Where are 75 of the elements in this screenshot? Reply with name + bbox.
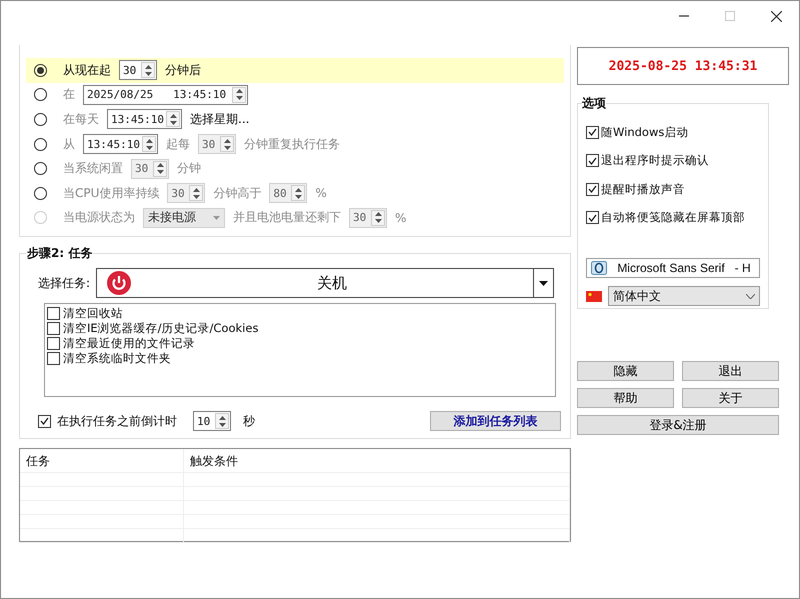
spin-arrows-icon[interactable] <box>166 111 180 128</box>
cleanup-item: 清空IE浏览器缓存/历史记录/Cookies <box>63 321 258 336</box>
radio-button[interactable] <box>34 64 47 77</box>
power-icon <box>107 271 132 295</box>
option-label: 起每 <box>166 136 190 153</box>
checkbox[interactable] <box>47 352 60 365</box>
caret-down-icon <box>539 280 548 286</box>
spin-field[interactable]: 13:45:10 <box>107 109 182 130</box>
action-button[interactable]: 帮助 <box>577 388 674 408</box>
option-label: 从现在起 <box>63 62 111 79</box>
option-label: 分钟 <box>177 160 201 178</box>
option-label: 在每天 <box>63 110 99 128</box>
column-header[interactable]: 触发条件 <box>184 449 570 473</box>
option-label: 从 <box>63 136 75 153</box>
option-label: 退出程序时提示确认 <box>601 153 709 168</box>
checkbox[interactable] <box>586 126 599 139</box>
option-label: % <box>395 210 406 225</box>
clock-display: 2025-08-25 13:45:31 <box>577 47 789 85</box>
spin-field[interactable]: 30 <box>119 60 157 80</box>
countdown-field[interactable]: 10 <box>193 411 231 431</box>
checkbox[interactable] <box>586 182 599 196</box>
chevron-down-icon <box>746 294 755 298</box>
action-button[interactable]: 登录&注册 <box>577 415 779 435</box>
action-button[interactable]: 关于 <box>682 388 779 408</box>
countdown-label: 在执行任务之前倒计时 <box>57 412 177 430</box>
radio-button[interactable] <box>34 88 47 102</box>
spin-arrows-icon[interactable] <box>142 136 156 152</box>
radio-button[interactable] <box>34 162 47 176</box>
checkbox[interactable] <box>47 337 60 350</box>
chevron-down-icon <box>213 216 220 220</box>
option-label: 随Windows启动 <box>601 124 688 140</box>
option-label: 当CPU使用率持续 <box>63 184 160 202</box>
china-flag-icon <box>586 290 602 302</box>
action-button[interactable]: 退出 <box>682 361 779 381</box>
maximize-icon <box>725 11 735 21</box>
group-title: 选项 <box>582 95 606 112</box>
spin-arrows-icon[interactable] <box>141 62 155 78</box>
close-icon <box>770 10 782 22</box>
cleanup-item: 清空回收站 <box>63 306 123 321</box>
checkbox[interactable] <box>47 307 60 320</box>
font-dropdown[interactable]: Microsoft Sans Serif - H <box>586 258 760 278</box>
option-label: 在 <box>63 86 75 104</box>
option-label: % <box>315 186 327 200</box>
spin-field[interactable]: 2025/08/25 13:45:10 <box>83 84 248 105</box>
option-label: 自动将便笺隐藏在屏幕顶部 <box>601 210 745 226</box>
option-label: 并且电池电量还剩下 <box>233 209 341 226</box>
option-label: 分钟后 <box>165 62 201 79</box>
group-title: 步骤2: 任务 <box>26 245 94 262</box>
choose-weekday-link[interactable]: 选择星期... <box>190 110 250 128</box>
spin-field[interactable]: 13:45:10 <box>83 134 158 154</box>
option-label: 提醒时播放声音 <box>601 182 685 197</box>
spin-arrows-icon[interactable] <box>232 86 246 103</box>
option-label: 当电源状态为 <box>63 209 135 226</box>
column-header[interactable]: 任务 <box>20 449 184 473</box>
checkbox[interactable] <box>586 211 599 224</box>
option-label: 分钟重复执行任务 <box>244 136 340 153</box>
option-label: 分钟高于 <box>213 184 262 202</box>
checkbox[interactable] <box>38 414 51 428</box>
checkbox[interactable] <box>586 154 599 168</box>
option-label: 当系统闲置 <box>63 160 123 178</box>
task-dropdown[interactable]: 关机 <box>96 268 554 298</box>
checkbox[interactable] <box>47 322 60 335</box>
minimize-icon <box>679 15 689 17</box>
spin-arrows-icon[interactable] <box>215 413 229 429</box>
radio-button[interactable] <box>34 186 47 200</box>
font-icon <box>591 261 607 275</box>
language-dropdown[interactable]: 简体中文 <box>608 286 760 306</box>
radio-button[interactable] <box>34 138 47 151</box>
seconds-label: 秒 <box>243 412 255 430</box>
select-task-label: 选择任务: <box>38 274 90 292</box>
cleanup-item: 清空最近使用的文件记录 <box>63 336 195 351</box>
radio-button[interactable] <box>34 112 47 126</box>
add-to-task-list-button[interactable]: 添加到任务列表 <box>430 411 561 431</box>
cleanup-item: 清空系统临时文件夹 <box>63 351 171 366</box>
action-button[interactable]: 隐藏 <box>577 361 674 381</box>
